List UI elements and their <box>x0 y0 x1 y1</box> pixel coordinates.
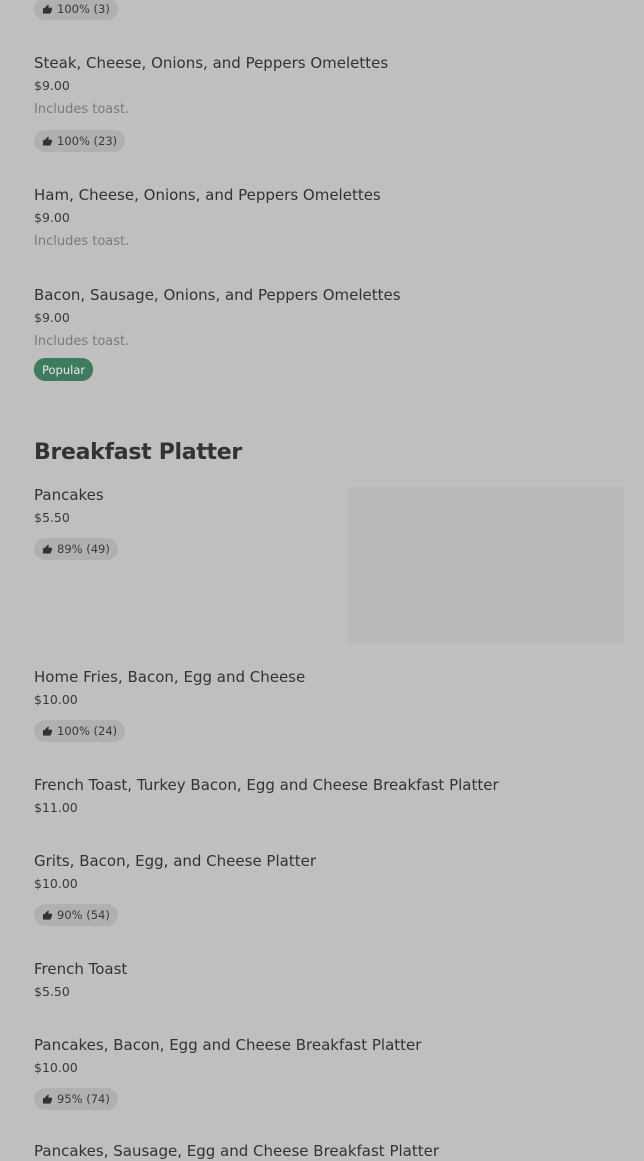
item-name: Home Fries, Bacon, Egg and Cheese <box>34 668 306 686</box>
rating-badge: 95% (74) <box>34 1088 118 1110</box>
rating-text: 90% (54) <box>57 908 110 922</box>
item-price: $9.00 <box>34 210 70 225</box>
item-description: Includes toast. <box>34 102 130 117</box>
item-description: Includes toast. <box>34 234 130 249</box>
item-price: $11.00 <box>34 800 78 815</box>
rating-badge: 100% (24) <box>34 720 126 742</box>
item-name: Pancakes, Sausage, Egg and Cheese Breakf… <box>34 1142 440 1160</box>
rating-badge: 100% (3) <box>34 0 118 20</box>
item-name: Steak, Cheese, Onions, and Peppers Omele… <box>34 54 389 72</box>
rating-badge: 90% (54) <box>34 904 118 926</box>
rating-text: 100% (24) <box>57 724 118 738</box>
menu-item[interactable]: Grits, Bacon, Egg, and Cheese Platter $1… <box>34 851 624 892</box>
item-name: French Toast, Turkey Bacon, Egg and Chee… <box>34 776 499 794</box>
item-name: Pancakes <box>34 486 104 504</box>
thumbs-up-icon <box>42 543 53 554</box>
item-price: $10.00 <box>34 1060 78 1075</box>
item-price: $10.00 <box>34 692 78 707</box>
item-image[interactable] <box>348 487 624 643</box>
item-price: $10.00 <box>34 876 78 891</box>
item-name: Ham, Cheese, Onions, and Peppers Omelett… <box>34 186 381 204</box>
menu-item[interactable]: Pancakes, Sausage, Egg and Cheese Breakf… <box>34 1141 624 1161</box>
thumbs-up-icon <box>42 135 53 146</box>
rating-badge: 89% (49) <box>34 538 118 560</box>
item-price: $5.50 <box>34 984 70 999</box>
menu-item[interactable]: French Toast $5.50 <box>34 959 624 1000</box>
item-description: Includes toast. <box>34 334 130 349</box>
section-title: Breakfast Platter <box>34 440 242 465</box>
item-price: $9.00 <box>34 310 70 325</box>
rating-text: 100% (23) <box>57 134 118 148</box>
menu-item[interactable]: French Toast, Turkey Bacon, Egg and Chee… <box>34 775 624 816</box>
rating-text: 89% (49) <box>57 542 110 556</box>
menu-item[interactable]: Pancakes, Bacon, Egg and Cheese Breakfas… <box>34 1035 624 1076</box>
menu-item[interactable]: Ham, Cheese, Onions, and Peppers Omelett… <box>34 185 624 250</box>
item-price: $5.50 <box>34 510 70 525</box>
thumbs-up-icon <box>42 1093 53 1104</box>
thumbs-up-icon <box>42 725 53 736</box>
item-name: Pancakes, Bacon, Egg and Cheese Breakfas… <box>34 1036 422 1054</box>
item-name: French Toast <box>34 960 128 978</box>
rating-badge: 100% (23) <box>34 130 126 152</box>
thumbs-up-icon <box>42 909 53 920</box>
popular-tag: Popular <box>34 358 94 381</box>
menu-item[interactable]: Bacon, Sausage, Onions, and Peppers Omel… <box>34 285 624 350</box>
item-name: Bacon, Sausage, Onions, and Peppers Omel… <box>34 286 401 304</box>
menu-item[interactable]: Steak, Cheese, Onions, and Peppers Omele… <box>34 53 624 118</box>
item-price: $9.00 <box>34 78 70 93</box>
menu-item[interactable]: Home Fries, Bacon, Egg and Cheese $10.00 <box>34 667 624 708</box>
rating-text: 95% (74) <box>57 1092 110 1106</box>
menu-item[interactable]: Pancakes $5.50 <box>34 485 324 526</box>
thumbs-up-icon <box>42 3 53 14</box>
rating-text: 100% (3) <box>57 2 110 16</box>
item-name: Grits, Bacon, Egg, and Cheese Platter <box>34 852 316 870</box>
